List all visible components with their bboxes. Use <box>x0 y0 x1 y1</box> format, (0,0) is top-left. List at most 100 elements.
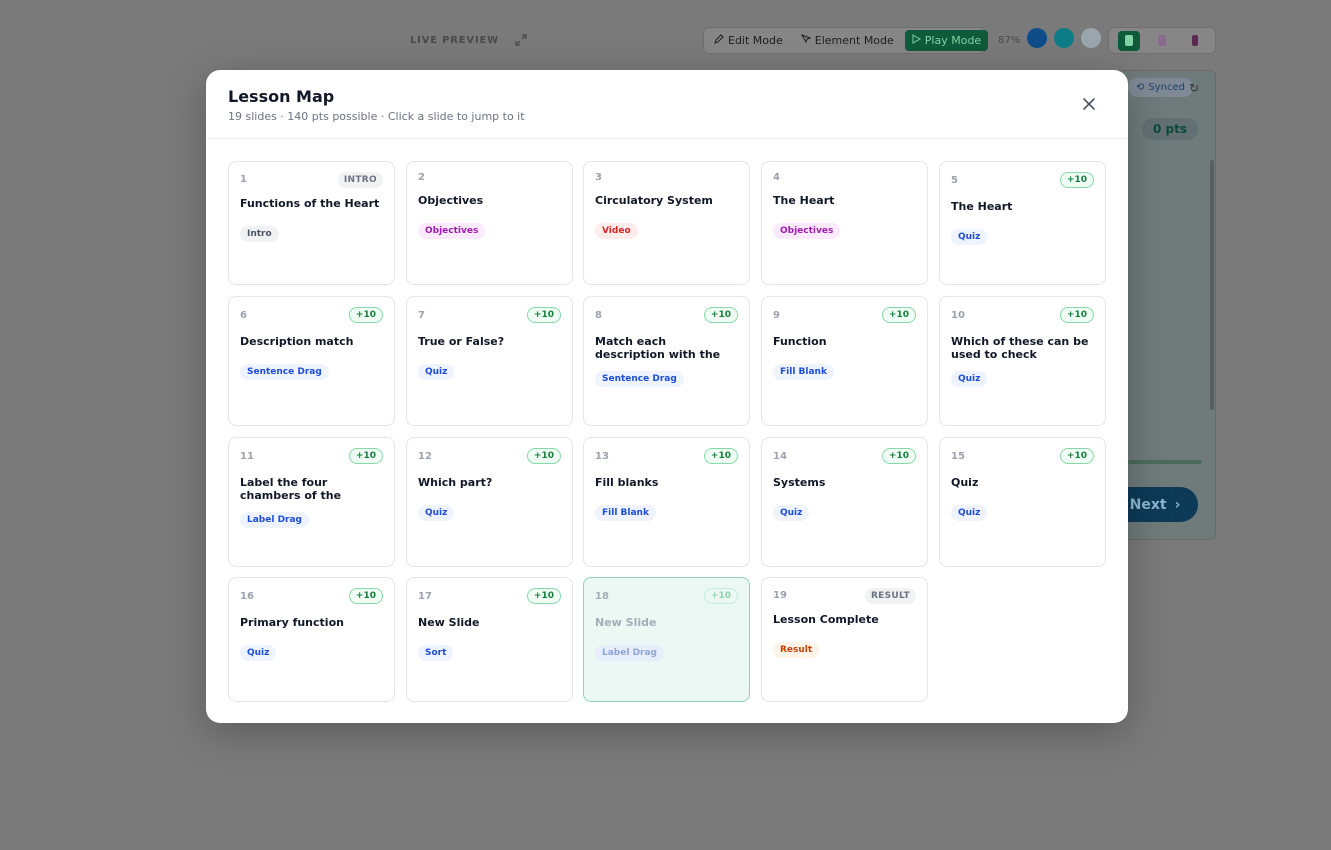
slide-title: New Slide <box>418 616 480 629</box>
slide-card-3[interactable]: 3 Circulatory System Video <box>583 161 750 285</box>
live-preview-label: LIVE PREVIEW <box>410 34 499 46</box>
slide-number: 16 <box>240 591 254 602</box>
slide-card-15[interactable]: 15 +10 Quiz Quiz <box>939 437 1106 567</box>
slide-number: 9 <box>773 310 780 321</box>
slide-card-13[interactable]: 13 +10 Fill blanks Fill Blank <box>583 437 750 567</box>
points-badge: +10 <box>526 307 561 323</box>
slide-title: Functions of the Heart <box>240 197 380 210</box>
element-mode-label: Element Mode <box>814 34 894 47</box>
edit-mode-button[interactable]: Edit Mode <box>707 30 790 51</box>
slide-card-11[interactable]: 11 +10 Label the four chambers of the huma… <box>228 437 395 567</box>
slide-kind-badge: INTRO <box>337 172 383 188</box>
slide-type-tag: Sentence Drag <box>240 364 329 380</box>
points-badge: +10 <box>703 448 738 464</box>
slide-number: 17 <box>418 591 432 602</box>
points-badge: +10 <box>703 307 738 323</box>
color-swatch-light[interactable] <box>1081 28 1101 48</box>
slide-card-16[interactable]: 16 +10 Primary function Quiz <box>228 577 395 702</box>
preview-scrollbar[interactable] <box>1210 160 1214 410</box>
edit-mode-label: Edit Mode <box>728 34 783 47</box>
device-desktop-button[interactable] <box>1118 30 1141 51</box>
slide-type-tag: Quiz <box>951 505 988 521</box>
slide-number: 11 <box>240 451 254 462</box>
slide-type-tag: Quiz <box>418 505 455 521</box>
points-badge: 0 pts <box>1142 118 1198 140</box>
desktop-icon <box>1125 35 1134 46</box>
slide-card-17[interactable]: 17 +10 New Slide Sort <box>406 577 573 702</box>
slide-card-4[interactable]: 4 The Heart Objectives <box>761 161 928 285</box>
device-tablet-button[interactable] <box>1151 31 1173 51</box>
slide-title: Primary function <box>240 616 344 629</box>
slide-number: 10 <box>951 310 965 321</box>
points-badge: +10 <box>348 307 383 323</box>
slide-number: 1 <box>240 174 247 185</box>
mode-switcher: Edit Mode Element Mode Play Mode <box>703 27 989 54</box>
slide-title: Lesson Complete <box>773 613 879 626</box>
slide-title: The Heart <box>773 194 835 207</box>
next-label: Next <box>1129 496 1167 513</box>
slide-card-8[interactable]: 8 +10 Match each description with the corr… <box>583 296 750 426</box>
lesson-progress-bar <box>1128 460 1202 464</box>
slide-card-14[interactable]: 14 +10 Systems Quiz <box>761 437 928 567</box>
slide-title: Circulatory System <box>595 194 713 207</box>
slide-number: 13 <box>595 451 609 462</box>
expand-icon[interactable] <box>515 34 527 46</box>
slide-card-6[interactable]: 6 +10 Description match Sentence Drag <box>228 296 395 426</box>
color-swatch-blue[interactable] <box>1027 28 1047 48</box>
slide-title: Objectives <box>418 194 484 207</box>
slide-title: Which of these can be used to check hear… <box>951 335 1089 361</box>
points-badge: +10 <box>703 588 738 604</box>
refresh-icon[interactable]: ↻ <box>1189 81 1199 95</box>
modal-subtitle: 19 slides · 140 pts possible · Click a s… <box>228 110 525 123</box>
points-badge: +10 <box>881 307 916 323</box>
cursor-icon <box>800 34 812 47</box>
slide-title: Match each description with the correct … <box>595 335 721 361</box>
slide-type-tag: Result <box>773 642 820 658</box>
slide-title: Label the four chambers of the human hea… <box>240 476 342 502</box>
slide-title: The Heart <box>951 200 1013 213</box>
points-badge: +10 <box>1059 172 1094 188</box>
slide-type-tag: Quiz <box>240 645 277 661</box>
slide-card-18[interactable]: 18 +10 New Slide Label Drag <box>583 577 750 702</box>
slide-number: 14 <box>773 451 787 462</box>
slide-title: Which part? <box>418 476 493 489</box>
slide-card-5[interactable]: 5 +10 The Heart Quiz <box>939 161 1106 285</box>
slide-title: Quiz <box>951 476 979 489</box>
synced-status-badge: ⟲ Synced <box>1128 78 1193 97</box>
synced-label: Synced <box>1148 82 1185 93</box>
slide-card-12[interactable]: 12 +10 Which part? Quiz <box>406 437 573 567</box>
device-phone-button[interactable] <box>1184 31 1206 51</box>
slide-title: Description match <box>240 335 354 348</box>
play-mode-button[interactable]: Play Mode <box>904 30 989 51</box>
element-mode-button[interactable]: Element Mode <box>794 30 901 51</box>
modal-header: Lesson Map 19 slides · 140 pts possible … <box>206 70 1128 139</box>
tablet-icon <box>1157 35 1166 46</box>
slide-number: 7 <box>418 310 425 321</box>
pencil-icon <box>714 34 724 47</box>
points-badge: +10 <box>1059 448 1094 464</box>
slide-type-tag: Label Drag <box>595 645 664 661</box>
slide-card-7[interactable]: 7 +10 True or False? Quiz <box>406 296 573 426</box>
app-toolbar: LIVE PREVIEW Edit Mode Element Mode Play… <box>0 0 1331 80</box>
points-badge: +10 <box>1059 307 1094 323</box>
points-badge: +10 <box>526 588 561 604</box>
slide-card-19[interactable]: 19 RESULT Lesson Complete Result <box>761 577 928 702</box>
slide-card-10[interactable]: 10 +10 Which of these can be used to check… <box>939 296 1106 426</box>
phone-icon <box>1191 35 1198 46</box>
slide-card-1[interactable]: 1 INTRO Functions of the Heart Intro <box>228 161 395 285</box>
slide-type-tag: Sentence Drag <box>595 371 684 387</box>
points-badge: +10 <box>526 448 561 464</box>
chevron-right-icon: › <box>1174 496 1181 513</box>
play-icon <box>912 34 921 47</box>
slide-type-tag: Sort <box>418 645 454 661</box>
zoom-level: 87% <box>998 35 1021 46</box>
color-swatch-teal[interactable] <box>1054 28 1074 48</box>
points-badge: +10 <box>348 448 383 464</box>
slide-number: 8 <box>595 310 602 321</box>
slide-card-2[interactable]: 2 Objectives Objectives <box>406 161 573 285</box>
close-icon[interactable] <box>1082 96 1098 112</box>
slide-kind-badge: RESULT <box>864 588 916 604</box>
slide-card-9[interactable]: 9 +10 Function Fill Blank <box>761 296 928 426</box>
device-switcher <box>1108 27 1216 54</box>
slide-number: 19 <box>773 590 787 601</box>
